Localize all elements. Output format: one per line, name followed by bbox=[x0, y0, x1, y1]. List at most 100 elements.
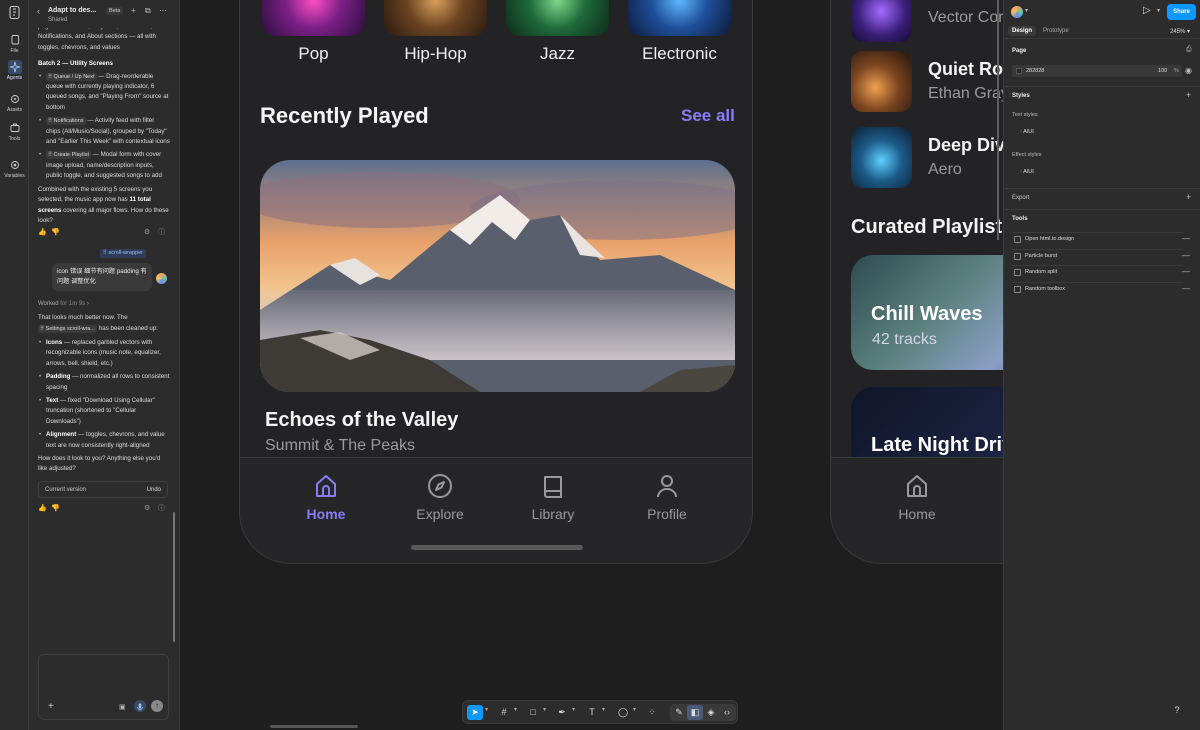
actions-tool-icon[interactable]: ⁘ bbox=[644, 705, 660, 720]
phone-frame-discover[interactable]: Vector Core Quiet Room Ethan Gray Deep D… bbox=[830, 0, 1003, 564]
info-icon[interactable]: ⓘ bbox=[158, 228, 165, 238]
dev-mode-icon[interactable]: ‹› bbox=[719, 705, 735, 720]
send-button[interactable]: ↑ bbox=[151, 700, 163, 712]
settings-icon[interactable]: ⚙ bbox=[144, 504, 150, 514]
zoom-level[interactable]: 245% ▾ bbox=[1170, 28, 1190, 35]
context-tag[interactable]: ⠿ scroll-wrapper bbox=[99, 249, 146, 259]
see-all-link[interactable]: See all bbox=[681, 106, 735, 126]
draw-mode-icon[interactable]: ✎ bbox=[671, 705, 687, 720]
pen-tool-icon[interactable]: ✒ bbox=[554, 705, 570, 720]
layer-chip[interactable]: ⠿ Create Playlist bbox=[46, 151, 92, 160]
chat-input[interactable]: + ▣ ↑ bbox=[38, 654, 169, 720]
chat-scrollbar[interactable] bbox=[173, 512, 175, 642]
frame-tool-icon[interactable]: # bbox=[496, 705, 512, 720]
genre-card-jazz[interactable]: Jazz bbox=[506, 0, 609, 64]
tab-library[interactable]: Library bbox=[508, 472, 598, 522]
genre-card-pop[interactable]: Pop bbox=[262, 0, 365, 64]
text-tool-icon[interactable]: T bbox=[584, 705, 600, 720]
chevron-down-icon[interactable]: ▾ bbox=[1157, 7, 1160, 14]
phone-frame-home[interactable]: Pop Hip-Hop Jazz Electronic Recently Pla… bbox=[239, 0, 753, 564]
tool-label: Open html.to.design bbox=[1025, 236, 1075, 242]
chevron-down-icon[interactable]: ▾ bbox=[572, 706, 575, 713]
export-style-icon[interactable]: ⎙ bbox=[1186, 46, 1192, 54]
tab-profile[interactable]: Profile bbox=[622, 472, 712, 522]
rail-agents[interactable]: Agents bbox=[2, 60, 27, 81]
layer-chip[interactable]: ⠿ Queue / Up Next bbox=[46, 72, 97, 81]
playlist-card[interactable]: Chill Waves 42 tracks bbox=[851, 255, 1003, 370]
tool-row[interactable]: Random toolbox — bbox=[1012, 282, 1190, 295]
move-tool-icon[interactable]: ➤ bbox=[467, 705, 483, 720]
tab-home[interactable]: Home bbox=[281, 472, 371, 522]
hero-album-art[interactable] bbox=[260, 160, 735, 392]
share-button[interactable]: Share bbox=[1167, 4, 1196, 20]
canvas-scrollbar[interactable] bbox=[270, 725, 358, 728]
open-external-icon[interactable]: ⧉ bbox=[145, 6, 151, 16]
more-icon[interactable]: ⋯ bbox=[159, 6, 167, 15]
undo-button[interactable]: Undo bbox=[147, 485, 161, 495]
genre-art bbox=[628, 0, 731, 36]
rectangle-tool-icon[interactable]: □ bbox=[525, 705, 541, 720]
tab-explore[interactable]: Explore bbox=[395, 472, 485, 522]
design-mode-icon[interactable]: ◧ bbox=[687, 705, 703, 720]
text-style-group[interactable]: › AIUI bbox=[1020, 129, 1034, 135]
comment-tool-icon[interactable]: ◯ bbox=[615, 705, 631, 720]
chat-title[interactable]: Adapt to des... bbox=[48, 7, 96, 14]
tool-row[interactable]: Open html.to.design — bbox=[1012, 232, 1190, 245]
app-window: File Agents Assets Tools Variables page … bbox=[0, 0, 1200, 730]
rail-file[interactable]: File bbox=[2, 33, 27, 54]
attach-plus-icon[interactable]: + bbox=[48, 701, 54, 712]
plus-icon[interactable]: + bbox=[131, 6, 136, 15]
chevron-down-icon[interactable]: ▾ bbox=[1025, 7, 1028, 14]
chat-summary: Combined with the existing 5 screens you… bbox=[38, 185, 169, 224]
tab-home[interactable]: Home bbox=[872, 472, 962, 522]
bottom-tab-bar: Home bbox=[831, 457, 1003, 563]
help-button[interactable]: ? bbox=[1169, 702, 1185, 718]
chevron-down-icon[interactable]: ▾ bbox=[514, 706, 517, 713]
rail-assets[interactable]: Assets bbox=[2, 92, 27, 113]
remove-icon[interactable]: — bbox=[1182, 251, 1190, 260]
thumbs-up-icon[interactable]: 👍 bbox=[38, 228, 47, 238]
chevron-down-icon[interactable]: ▾ bbox=[602, 706, 605, 713]
image-icon[interactable]: ▣ bbox=[119, 703, 126, 711]
fill-opacity[interactable]: 100 bbox=[1158, 68, 1167, 74]
back-chevron-icon[interactable]: ‹ bbox=[37, 6, 40, 16]
tool-row[interactable]: Random split — bbox=[1012, 265, 1190, 278]
tool-row[interactable]: Particle burst — bbox=[1012, 249, 1190, 262]
chevron-down-icon[interactable]: ▾ bbox=[543, 706, 546, 713]
layer-chip[interactable]: ⠿ Notifications bbox=[46, 117, 86, 126]
plugin-icon bbox=[1014, 286, 1021, 293]
page-fill-field[interactable]: 282828 100 % bbox=[1012, 65, 1182, 77]
remove-icon[interactable]: — bbox=[1182, 234, 1190, 243]
fill-hex[interactable]: 282828 bbox=[1026, 68, 1044, 74]
avatar[interactable] bbox=[1011, 6, 1023, 18]
thumbs-up-icon[interactable]: 👍 bbox=[38, 504, 47, 514]
remove-icon[interactable]: — bbox=[1182, 284, 1190, 293]
info-icon[interactable]: ⓘ bbox=[158, 504, 165, 514]
settings-icon[interactable]: ⚙ bbox=[144, 228, 150, 238]
album-art bbox=[851, 0, 912, 42]
chevron-down-icon[interactable]: ▾ bbox=[485, 706, 488, 713]
mic-button[interactable] bbox=[134, 700, 146, 712]
worked-status[interactable]: Worked for 1m 9s › bbox=[38, 299, 170, 309]
layer-chip[interactable]: ⠿ Settings scroll-wra... bbox=[38, 324, 98, 333]
thumbs-down-icon[interactable]: 👎 bbox=[51, 504, 60, 514]
thumbs-down-icon[interactable]: 👎 bbox=[51, 228, 60, 238]
genre-card-hip-hop[interactable]: Hip-Hop bbox=[384, 0, 487, 64]
rail-variables[interactable]: Variables bbox=[2, 158, 27, 179]
tab-prototype[interactable]: Prototype bbox=[1039, 26, 1073, 36]
tab-design[interactable]: Design bbox=[1008, 26, 1037, 36]
design-canvas[interactable]: Pop Hip-Hop Jazz Electronic Recently Pla… bbox=[180, 0, 1003, 730]
rail-tools[interactable]: Tools bbox=[2, 121, 27, 142]
genre-card-electronic[interactable]: Electronic bbox=[628, 0, 731, 64]
color-swatch[interactable] bbox=[1016, 68, 1022, 74]
eye-icon[interactable]: ◉ bbox=[1185, 66, 1192, 75]
rail-assets-label: Assets bbox=[6, 107, 22, 113]
add-style-plus-icon[interactable]: + bbox=[1186, 90, 1191, 100]
play-icon[interactable]: ▷ bbox=[1143, 5, 1151, 16]
chevron-down-icon[interactable]: ▾ bbox=[633, 706, 636, 713]
remove-icon[interactable]: — bbox=[1182, 267, 1190, 276]
prototype-mode-icon[interactable]: ◈ bbox=[703, 705, 719, 720]
figma-logo-icon[interactable] bbox=[9, 6, 20, 19]
effect-style-group[interactable]: › AIUI bbox=[1020, 169, 1034, 175]
add-export-plus-icon[interactable]: + bbox=[1186, 192, 1191, 202]
